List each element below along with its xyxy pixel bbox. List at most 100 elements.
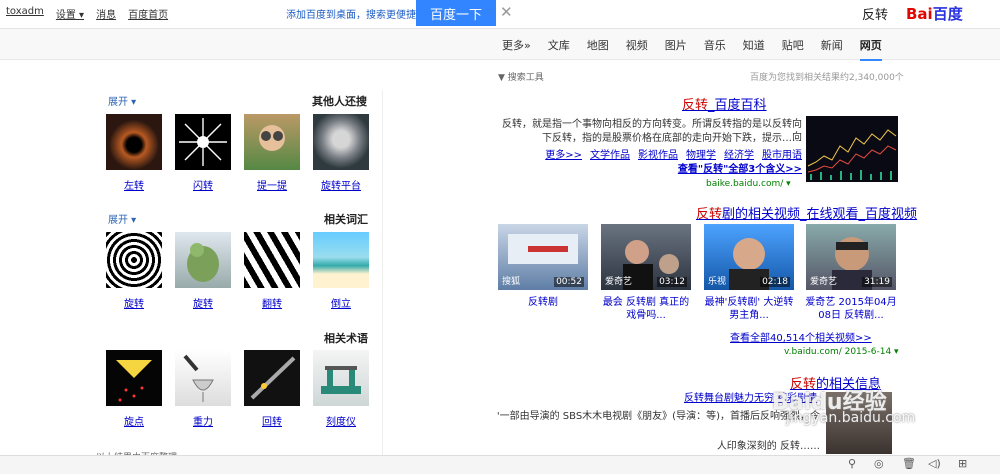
tile-others-4[interactable] (106, 114, 162, 170)
video-duration: 03:12 (657, 277, 687, 287)
volume-icon[interactable]: ◁) (928, 457, 941, 470)
logo-text-latin: Bai (906, 5, 933, 23)
tile-caption[interactable]: 左转 (106, 177, 162, 192)
tab-web[interactable]: 网页 (859, 37, 882, 61)
tile-caption[interactable]: 旋转 (175, 295, 231, 310)
tile-caption[interactable]: 刻度仪 (313, 413, 369, 428)
tile-terms-3[interactable] (175, 350, 231, 406)
tile-words-4[interactable] (106, 232, 162, 288)
result-baike-url[interactable]: baike.baidu.com/ ▾ (706, 179, 791, 189)
search-tabs: 更多» 文库 地图 视频 图片 音乐 知道 贴吧 新闻 网页 (502, 37, 882, 61)
settings-icon[interactable]: ◎ (874, 457, 884, 470)
baike-more-meanings[interactable]: 查看"反转"全部3个含义>> (596, 163, 802, 176)
pin-icon[interactable]: ⚲ (848, 457, 856, 470)
watermark-url: jingyan.baidu.com (786, 410, 916, 426)
top-link-settings[interactable]: 设置 ▾ (56, 6, 84, 21)
video-more-link[interactable]: 查看全部40,514个相关视频>> (730, 332, 872, 345)
baidu-logo[interactable]: Bai百度 (906, 3, 963, 24)
result-baike-desc2: 下反转，指的是股票价格在底部的走向开始下跌，提示…… (542, 133, 802, 144)
result-baike-title[interactable]: 反转_百度百科 (682, 94, 767, 113)
tile-terms-2[interactable] (244, 350, 300, 406)
tile-words-2[interactable] (244, 232, 300, 288)
trash-icon[interactable]: 🗑 (902, 457, 916, 470)
video-caption-4[interactable]: 反转剧 (496, 296, 590, 309)
tile-words-3[interactable] (175, 232, 231, 288)
search-tools-toggle[interactable]: ▼ 搜索工具 (498, 70, 544, 83)
video-thumb-2[interactable]: 乐视 02:18 (704, 224, 794, 290)
title-highlight: 反转 (682, 98, 709, 113)
baike-link-0[interactable]: 股市用语 (762, 149, 802, 162)
top-bar: toxadm 设置 ▾ 消息 百度首页 添加百度到桌面，搜索更便捷！ 百度一下 … (0, 0, 1000, 29)
sidebar-section-title-words: 相关词汇 (324, 213, 368, 226)
baike-link-4[interactable]: 文学作品 (590, 149, 630, 162)
tile-others-1[interactable] (313, 114, 369, 170)
tile-caption[interactable]: 提一提 (244, 177, 300, 192)
tab-music[interactable]: 音乐 (704, 37, 726, 61)
tile-caption[interactable]: 重力 (175, 413, 231, 428)
tab-zhidao[interactable]: 知道 (743, 37, 765, 61)
stock-chart-thumbnail[interactable] (806, 116, 898, 182)
video-source: 乐视 (708, 277, 727, 287)
top-link-messages[interactable]: 消息 (96, 6, 116, 21)
search-button[interactable]: 百度一下 (416, 0, 496, 26)
tab-map[interactable]: 地图 (587, 37, 609, 61)
sidebar-section-title-others: 其他人还搜 (312, 95, 367, 108)
clear-icon[interactable]: ✕ (500, 3, 513, 21)
tile-terms-1[interactable] (313, 350, 369, 406)
window-icon[interactable]: ⊞ (958, 457, 967, 470)
video-duration: 02:18 (760, 277, 790, 287)
video-caption-3[interactable]: 最会 反转剧 真正的戏骨吗... (599, 296, 693, 322)
search-input[interactable]: 反转 (862, 4, 888, 23)
tile-terms-4[interactable] (106, 350, 162, 406)
tile-caption[interactable]: 回转 (244, 413, 300, 428)
logo-text-cn: 百度 (932, 5, 963, 23)
sidebar-section-title-terms: 相关术语 (324, 332, 368, 345)
tab-tieba[interactable]: 贴吧 (782, 37, 804, 61)
video-source: 爱奇艺 (810, 277, 838, 287)
video-source: 爱奇艺 (605, 277, 633, 287)
baike-link-1[interactable]: 经济学 (724, 149, 754, 162)
baike-link-3[interactable]: 影视作品 (638, 149, 678, 162)
title-rest: _百度百科 (708, 98, 767, 113)
browser-status-bar: ⊞ ◁) 🗑 ◎ ⚲ (0, 455, 1000, 474)
tile-caption[interactable]: 翻转 (244, 295, 300, 310)
tile-caption[interactable]: 闪转 (175, 177, 231, 192)
baike-link-5[interactable]: 更多>> (545, 149, 582, 162)
tab-news[interactable]: 新闻 (821, 37, 843, 61)
tab-wenku[interactable]: 文库 (548, 37, 570, 61)
top-link-home[interactable]: 百度首页 (128, 6, 168, 21)
sidebar-expand-others[interactable]: 展开 ▾ (108, 93, 136, 108)
video-duration: 00:52 (554, 277, 584, 287)
result-video-url[interactable]: v.baidu.com/ 2015-6-14 ▾ (784, 347, 899, 357)
tab-more[interactable]: 更多» (502, 37, 531, 61)
video-caption-1[interactable]: 爱奇艺 2015年04月08日 反转剧... (804, 296, 898, 322)
search-tabs-bar: 更多» 文库 地图 视频 图片 音乐 知道 贴吧 新闻 网页 (0, 29, 1000, 61)
tab-images[interactable]: 图片 (665, 37, 687, 61)
video-thumb-4[interactable]: 搜狐 00:52 (498, 224, 588, 290)
title-rest: 剧的相关视频_在线观看_百度视频 (722, 207, 918, 222)
result-count: 百度为您找到相关结果约2,340,000个 (750, 73, 904, 83)
tile-caption[interactable]: 倒立 (313, 295, 369, 310)
top-link-user[interactable]: toxadm (6, 6, 44, 21)
result-baike-links: 更多>> 文学作品 影视作品 物理学 经济学 股市用语 (534, 149, 802, 162)
video-duration: 31:19 (862, 277, 892, 287)
tile-caption[interactable]: 旋转 (106, 295, 162, 310)
tile-others-3[interactable] (175, 114, 231, 170)
result-info-desc2: 人印象深刻的 反转…… (716, 441, 820, 452)
tile-caption[interactable]: 旋点 (106, 413, 162, 428)
column-divider (382, 90, 383, 460)
top-links: toxadm 设置 ▾ 消息 百度首页 (6, 6, 168, 21)
video-caption-2[interactable]: 最神'反转剧' 大逆转男主角... (702, 296, 796, 322)
video-thumb-1[interactable]: 爱奇艺 31:19 (806, 224, 896, 290)
video-source: 搜狐 (502, 277, 521, 287)
tab-video[interactable]: 视频 (626, 37, 648, 61)
sidebar-expand-words[interactable]: 展开 ▾ (108, 211, 136, 226)
baike-link-2[interactable]: 物理学 (686, 149, 716, 162)
result-video-title[interactable]: 反转剧的相关视频_在线观看_百度视频 (696, 203, 917, 222)
video-thumb-3[interactable]: 爱奇艺 03:12 (601, 224, 691, 290)
tile-others-2[interactable] (244, 114, 300, 170)
add-to-desktop-promo[interactable]: 添加百度到桌面，搜索更便捷！ (286, 6, 426, 21)
title-highlight: 反转 (696, 207, 723, 222)
tile-caption[interactable]: 旋转平台 (313, 177, 369, 192)
tile-words-1[interactable] (313, 232, 369, 288)
